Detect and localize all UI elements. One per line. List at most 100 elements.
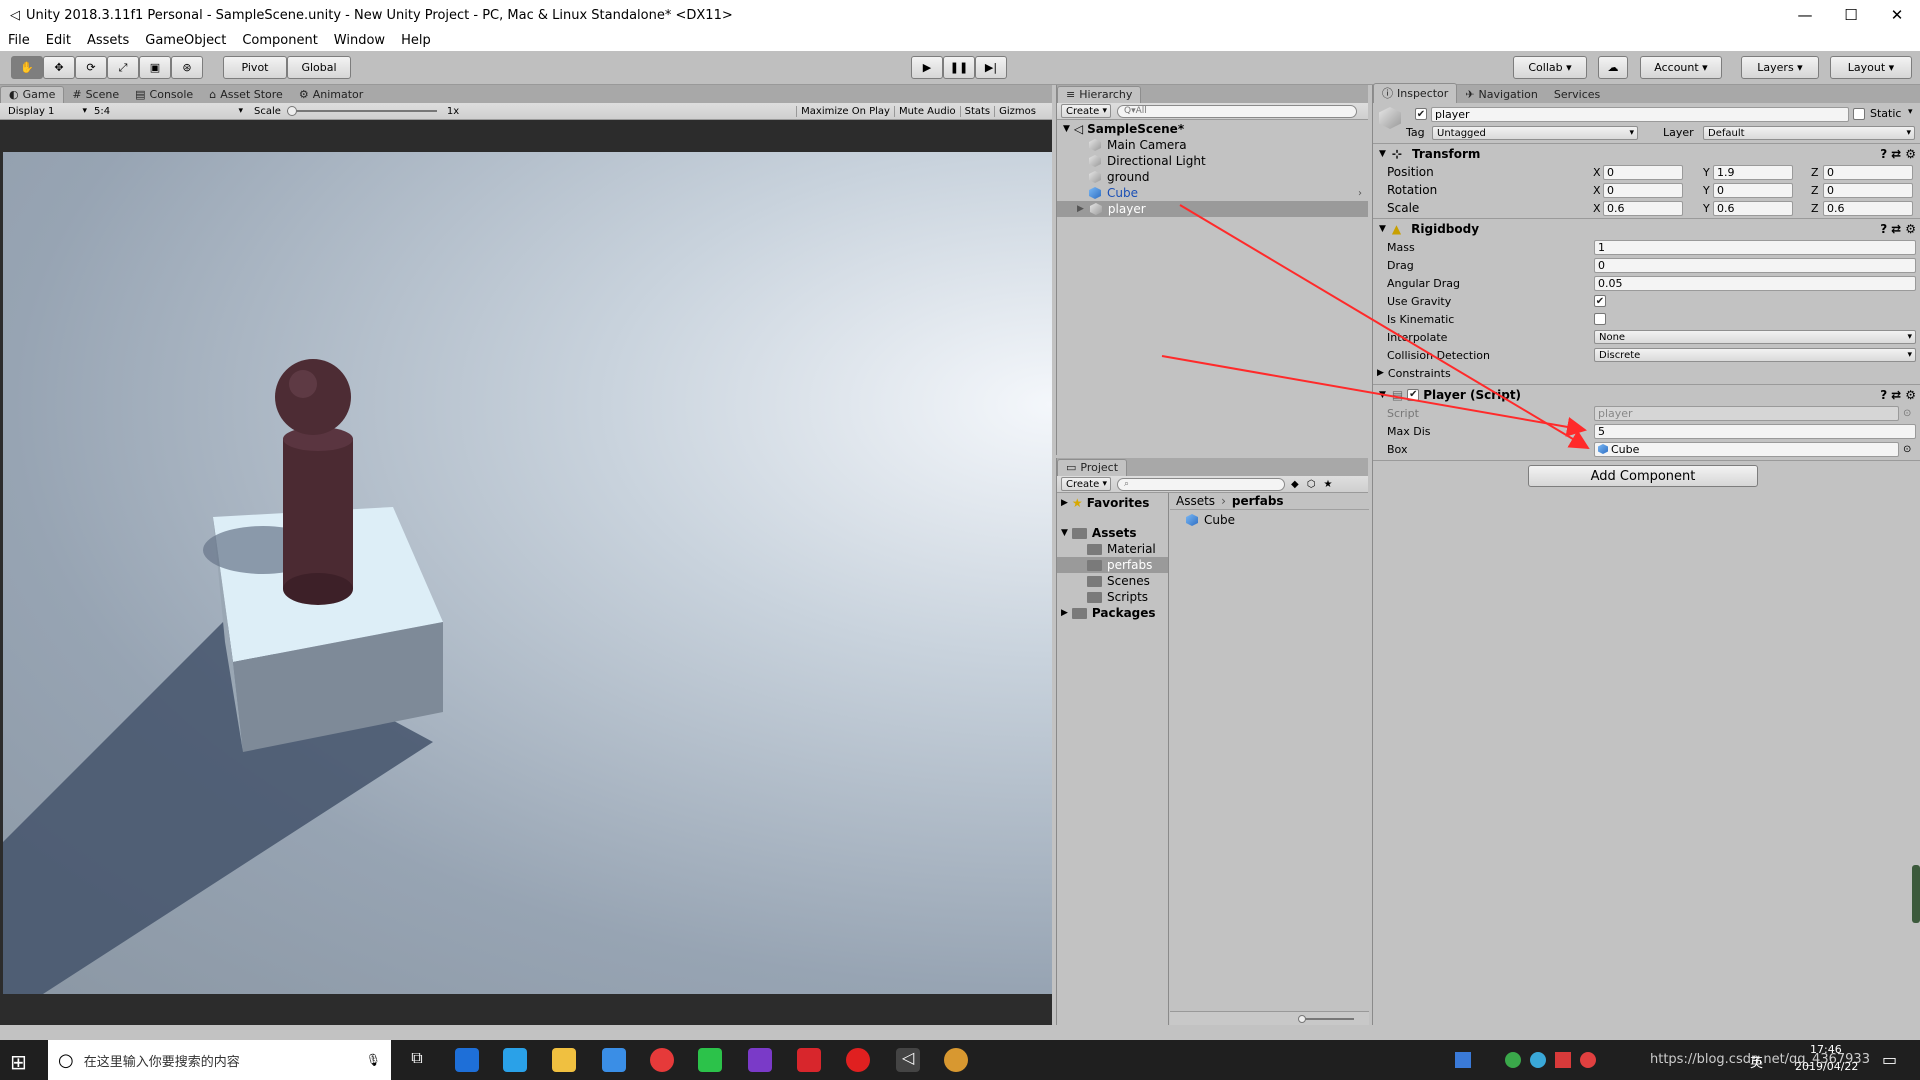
menu-edit[interactable]: Edit <box>38 33 79 48</box>
zoom-slider-thumb[interactable] <box>1298 1015 1306 1023</box>
clock-time[interactable]: 17:46 <box>1810 1043 1842 1056</box>
menu-gameobject[interactable]: GameObject <box>137 33 234 48</box>
tab-hierarchy[interactable]: ≡ Hierarchy <box>1057 86 1142 103</box>
display-dropdown[interactable]: Display 1 <box>4 104 90 118</box>
drag-field[interactable]: 0 <box>1594 257 1916 273</box>
global-button[interactable]: Global <box>287 56 351 79</box>
add-component-button[interactable]: Add Component <box>1528 465 1758 487</box>
menu-window[interactable]: Window <box>326 33 393 48</box>
position-x-field[interactable]: 0 <box>1603 164 1683 180</box>
hierarchy-item[interactable]: Main Camera <box>1057 137 1368 153</box>
tab-scene[interactable]: # Scene <box>64 87 127 103</box>
app-avatar-icon[interactable] <box>944 1048 968 1072</box>
preset-icon[interactable]: ⇄ <box>1891 147 1901 161</box>
position-y-field[interactable]: 1.9 <box>1713 164 1793 180</box>
box-field[interactable]: Cube <box>1594 441 1899 457</box>
max-dis-field[interactable]: 5 <box>1594 423 1916 439</box>
rotation-z-field[interactable]: 0 <box>1823 182 1913 198</box>
unity-taskbar-icon[interactable]: ◁ <box>896 1048 920 1072</box>
folder-item[interactable]: Scripts <box>1057 589 1168 605</box>
menu-file[interactable]: File <box>0 33 38 48</box>
wechat-icon[interactable] <box>698 1048 722 1072</box>
layout-dropdown[interactable]: Layout ▾ <box>1830 56 1912 79</box>
gear-icon[interactable]: ⚙ <box>1905 222 1916 236</box>
scale-y-field[interactable]: 0.6 <box>1713 200 1793 216</box>
rotation-x-field[interactable]: 0 <box>1603 182 1683 198</box>
tab-console[interactable]: ▤ Console <box>127 87 201 103</box>
account-dropdown[interactable]: Account ▾ <box>1640 56 1722 79</box>
clock-date[interactable]: 2019/04/22 <box>1795 1060 1858 1073</box>
menu-assets[interactable]: Assets <box>79 33 137 48</box>
hierarchy-scene[interactable]: ▼ ◁ SampleScene* <box>1057 121 1368 137</box>
packages-folder[interactable]: ▶ Packages <box>1057 605 1168 621</box>
rotate-tool-icon[interactable]: ⟳ <box>75 56 107 79</box>
hierarchy-search-input[interactable]: Q▾All <box>1117 104 1357 118</box>
game-view[interactable] <box>0 120 1052 1025</box>
move-tool-icon[interactable]: ✥ <box>43 56 75 79</box>
hierarchy-item[interactable]: ground <box>1057 169 1368 185</box>
gear-icon[interactable]: ⚙ <box>1905 388 1916 402</box>
stats-button[interactable]: Stats <box>959 105 995 117</box>
project-create-dropdown[interactable]: Create <box>1061 477 1111 491</box>
gear-icon[interactable]: ⚙ <box>1905 147 1916 161</box>
collision-dropdown[interactable]: Discrete <box>1594 348 1916 362</box>
scale-x-field[interactable]: 0.6 <box>1603 200 1683 216</box>
object-picker-icon[interactable]: ⊙ <box>1903 408 1911 419</box>
step-button[interactable]: ▶| <box>975 56 1007 79</box>
pause-button[interactable]: ❚❚ <box>943 56 975 79</box>
tray-icon[interactable] <box>1455 1052 1471 1068</box>
help-icon[interactable]: ? <box>1880 222 1887 236</box>
project-search-input[interactable]: ⌕ <box>1117 477 1285 491</box>
qq-icon[interactable] <box>650 1048 674 1072</box>
tray-icon[interactable] <box>1505 1052 1521 1068</box>
folder-item[interactable]: Material <box>1057 541 1168 557</box>
rotation-y-field[interactable]: 0 <box>1713 182 1793 198</box>
object-picker-icon[interactable]: ⊙ <box>1903 444 1911 455</box>
ime-indicator[interactable]: 英 <box>1750 1052 1763 1071</box>
preset-icon[interactable]: ⇄ <box>1891 222 1901 236</box>
hierarchy-create-dropdown[interactable]: Create <box>1061 104 1111 118</box>
microphone-icon[interactable]: 🎙 <box>366 1053 381 1067</box>
menu-help[interactable]: Help <box>393 33 439 48</box>
filter-label-icon[interactable]: ⬡ <box>1307 479 1316 490</box>
maximize-on-play-button[interactable]: Maximize On Play <box>796 105 894 117</box>
hierarchy-item[interactable]: Directional Light <box>1057 153 1368 169</box>
static-checkbox[interactable] <box>1853 108 1865 120</box>
asset-item[interactable]: Cube <box>1170 512 1369 528</box>
transform-header[interactable]: ▼ ⊹ Transform ? ⇄ ⚙ <box>1373 143 1920 163</box>
rect-tool-icon[interactable]: ▣ <box>139 56 171 79</box>
scale-tool-icon[interactable]: ⤢ <box>107 56 139 79</box>
tray-icon[interactable] <box>1580 1052 1596 1068</box>
taskbar-search-input[interactable]: ○ 在这里输入你要搜索的内容 🎙 <box>48 1040 391 1080</box>
maximize-button[interactable]: ☐ <box>1828 0 1874 30</box>
object-name-input[interactable]: player <box>1431 107 1849 122</box>
scale-z-field[interactable]: 0.6 <box>1823 200 1913 216</box>
angular-drag-field[interactable]: 0.05 <box>1594 275 1916 291</box>
aspect-dropdown[interactable]: 5:4 <box>90 104 246 118</box>
tab-services[interactable]: Services <box>1546 87 1608 103</box>
active-checkbox[interactable]: ✔ <box>1415 108 1427 120</box>
layer-dropdown[interactable]: Default <box>1703 126 1915 140</box>
hierarchy-item-prefab[interactable]: Cube › <box>1057 185 1368 201</box>
assets-folder[interactable]: ▼ Assets <box>1057 525 1168 541</box>
breadcrumb-perfabs[interactable]: perfabs <box>1232 494 1284 508</box>
zoom-slider[interactable] <box>1300 1018 1354 1020</box>
filter-type-icon[interactable]: ◆ <box>1291 479 1299 490</box>
cloud-icon[interactable]: ☁ <box>1598 56 1628 79</box>
rigidbody-header[interactable]: ▼ ▲ Rigidbody ? ⇄ ⚙ <box>1373 218 1920 238</box>
player-script-header[interactable]: ▼ ▤ ✔ Player (Script) ? ⇄ ⚙ <box>1373 384 1920 404</box>
visual-studio-icon[interactable] <box>748 1048 772 1072</box>
help-icon[interactable]: ? <box>1880 147 1887 161</box>
play-button[interactable]: ▶ <box>911 56 943 79</box>
tab-game[interactable]: ◐ Game <box>0 86 65 103</box>
interpolate-dropdown[interactable]: None <box>1594 330 1916 344</box>
app-icon[interactable] <box>602 1048 626 1072</box>
tab-project[interactable]: ▭ Project <box>1057 459 1128 476</box>
gizmos-dropdown[interactable]: Gizmos <box>994 105 1040 117</box>
folder-item[interactable]: Scenes <box>1057 573 1168 589</box>
netease-music-icon[interactable] <box>846 1048 870 1072</box>
youdao-icon[interactable] <box>797 1048 821 1072</box>
help-icon[interactable]: ? <box>1880 388 1887 402</box>
position-z-field[interactable]: 0 <box>1823 164 1913 180</box>
tab-navigation[interactable]: ✈ Navigation <box>1457 87 1546 103</box>
